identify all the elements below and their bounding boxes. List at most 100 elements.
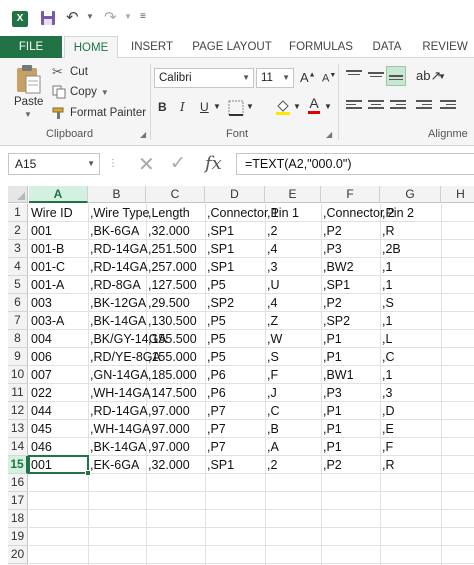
row-header-5[interactable]: 5	[8, 276, 28, 294]
tab-home[interactable]: HOME	[64, 36, 118, 59]
cell-b1[interactable]: ,Wire Type	[88, 204, 150, 221]
align-center-icon[interactable]	[368, 100, 384, 112]
row-header-6[interactable]: 6	[8, 294, 28, 312]
fill-handle[interactable]	[85, 470, 91, 476]
cell-b5[interactable]: ,RD-8GA	[88, 276, 141, 293]
top-align-icon[interactable]	[346, 70, 362, 82]
clipboard-launcher-icon[interactable]: ◢	[140, 130, 146, 139]
cell-a2[interactable]: 001	[29, 222, 52, 239]
cell-c2[interactable]: ,32.000	[146, 222, 190, 239]
font-family-select[interactable]: Calibri ▼	[154, 68, 254, 88]
save-icon[interactable]	[40, 10, 56, 26]
tab-insert[interactable]: INSERT	[124, 36, 180, 58]
row-header-12[interactable]: 12	[8, 402, 28, 420]
cell-f3[interactable]: ,P3	[321, 240, 342, 257]
font-color-dropdown-icon[interactable]: ▼	[324, 102, 332, 111]
paste-button[interactable]: Paste	[14, 96, 43, 108]
underline-dropdown-icon[interactable]: ▼	[213, 102, 221, 111]
row-header-15[interactable]: 15	[8, 456, 28, 474]
middle-align-icon[interactable]	[368, 70, 384, 82]
font-size-dropdown-icon[interactable]: ▼	[282, 69, 290, 87]
cell-a11[interactable]: 022	[29, 384, 52, 401]
tab-file[interactable]: FILE	[0, 36, 62, 58]
column-header-a[interactable]: A	[29, 186, 88, 203]
column-header-c[interactable]: C	[146, 186, 205, 203]
cell-d2[interactable]: ,SP1	[205, 222, 234, 239]
cell-e14[interactable]: ,A	[265, 438, 279, 455]
cell-d15[interactable]: ,SP1	[205, 456, 234, 473]
cell-g11[interactable]: ,3	[380, 384, 392, 401]
row-header-18[interactable]: 18	[8, 510, 28, 528]
cell-a4[interactable]: 001-C	[29, 258, 65, 275]
select-all-button[interactable]	[8, 186, 28, 203]
cell-a3[interactable]: 001-B	[29, 240, 64, 257]
shrink-font-button[interactable]: A▼	[322, 72, 336, 85]
borders-dropdown-icon[interactable]: ▼	[246, 102, 254, 111]
cell-d13[interactable]: ,P7	[205, 420, 226, 437]
worksheet-grid[interactable]: A B C D E F G H 1 Wire ID ,Wire Type ,Length ,Connec…	[0, 182, 474, 565]
bottom-align-icon[interactable]	[386, 66, 406, 86]
decrease-indent-icon[interactable]	[416, 100, 432, 112]
cell-a7[interactable]: 003-A	[29, 312, 64, 329]
paste-icon[interactable]	[14, 64, 42, 94]
undo-icon[interactable]: ↶	[66, 8, 79, 26]
cell-e12[interactable]: ,C	[265, 402, 280, 419]
column-header-e[interactable]: E	[265, 186, 321, 203]
align-left-icon[interactable]	[346, 100, 362, 112]
cell-c11[interactable]: ,147.500	[146, 384, 197, 401]
cell-b7[interactable]: ,BK-14GA	[88, 312, 146, 329]
cell-c3[interactable]: ,251.500	[146, 240, 197, 257]
formula-input[interactable]: =TEXT(A2,"000.0")	[236, 153, 474, 175]
cell-a6[interactable]: 003	[29, 294, 52, 311]
cell-a12[interactable]: 044	[29, 402, 52, 419]
name-box-dropdown-icon[interactable]: ▼	[87, 154, 95, 174]
cell-g3[interactable]: ,2B	[380, 240, 401, 257]
cell-b12[interactable]: ,RD-14GA	[88, 402, 148, 419]
column-header-g[interactable]: G	[380, 186, 441, 203]
copy-dropdown-icon[interactable]: ▼	[101, 88, 109, 97]
row-header-10[interactable]: 10	[8, 366, 28, 384]
cell-g15[interactable]: ,R	[380, 456, 395, 473]
cell-d14[interactable]: ,P7	[205, 438, 226, 455]
column-header-d[interactable]: D	[205, 186, 265, 203]
cell-c5[interactable]: ,127.500	[146, 276, 197, 293]
cell-b3[interactable]: ,RD-14GA	[88, 240, 148, 257]
tab-review[interactable]: REVIEW	[416, 36, 474, 58]
cell-g14[interactable]: ,F	[380, 438, 393, 455]
cell-f9[interactable]: ,P1	[321, 348, 342, 365]
cell-f8[interactable]: ,P1	[321, 330, 342, 347]
cell-d8[interactable]: ,P5	[205, 330, 226, 347]
borders-icon[interactable]	[228, 100, 244, 116]
fill-color-dropdown-icon[interactable]: ▼	[293, 102, 301, 111]
grow-font-button[interactable]: A▲	[300, 70, 316, 85]
cell-e3[interactable]: ,4	[265, 240, 277, 257]
undo-dropdown-icon[interactable]: ▼	[86, 12, 94, 21]
increase-indent-icon[interactable]	[440, 100, 456, 112]
insert-function-button[interactable]: fx	[205, 153, 222, 174]
row-header-16[interactable]: 16	[8, 474, 28, 492]
format-painter-button[interactable]: Format Painter	[52, 104, 146, 122]
bold-button[interactable]: B	[158, 100, 167, 114]
cell-c1[interactable]: ,Length	[146, 204, 190, 221]
cell-f2[interactable]: ,P2	[321, 222, 342, 239]
cell-e6[interactable]: ,4	[265, 294, 277, 311]
cancel-entry-icon[interactable]: ✕	[138, 152, 155, 177]
cell-g4[interactable]: ,1	[380, 258, 392, 275]
cell-e7[interactable]: ,Z	[265, 312, 278, 329]
row-header-1[interactable]: 1	[8, 204, 28, 222]
cell-c7[interactable]: ,130.500	[146, 312, 197, 329]
cell-d5[interactable]: ,P5	[205, 276, 226, 293]
underline-button[interactable]: U	[200, 100, 209, 114]
cell-g1[interactable]: ,Pin 2	[380, 204, 414, 221]
align-right-icon[interactable]	[390, 100, 406, 112]
font-launcher-icon[interactable]: ◢	[326, 130, 332, 139]
column-header-h[interactable]: H	[441, 186, 474, 203]
cell-g10[interactable]: ,1	[380, 366, 392, 383]
cell-g13[interactable]: ,E	[380, 420, 394, 437]
cell-a14[interactable]: 046	[29, 438, 52, 455]
cell-g5[interactable]: ,1	[380, 276, 392, 293]
cell-c8[interactable]: ,155.500	[146, 330, 197, 347]
cell-d12[interactable]: ,P7	[205, 402, 226, 419]
paste-dropdown-icon[interactable]: ▼	[24, 110, 32, 119]
cell-c10[interactable]: ,185.000	[146, 366, 197, 383]
